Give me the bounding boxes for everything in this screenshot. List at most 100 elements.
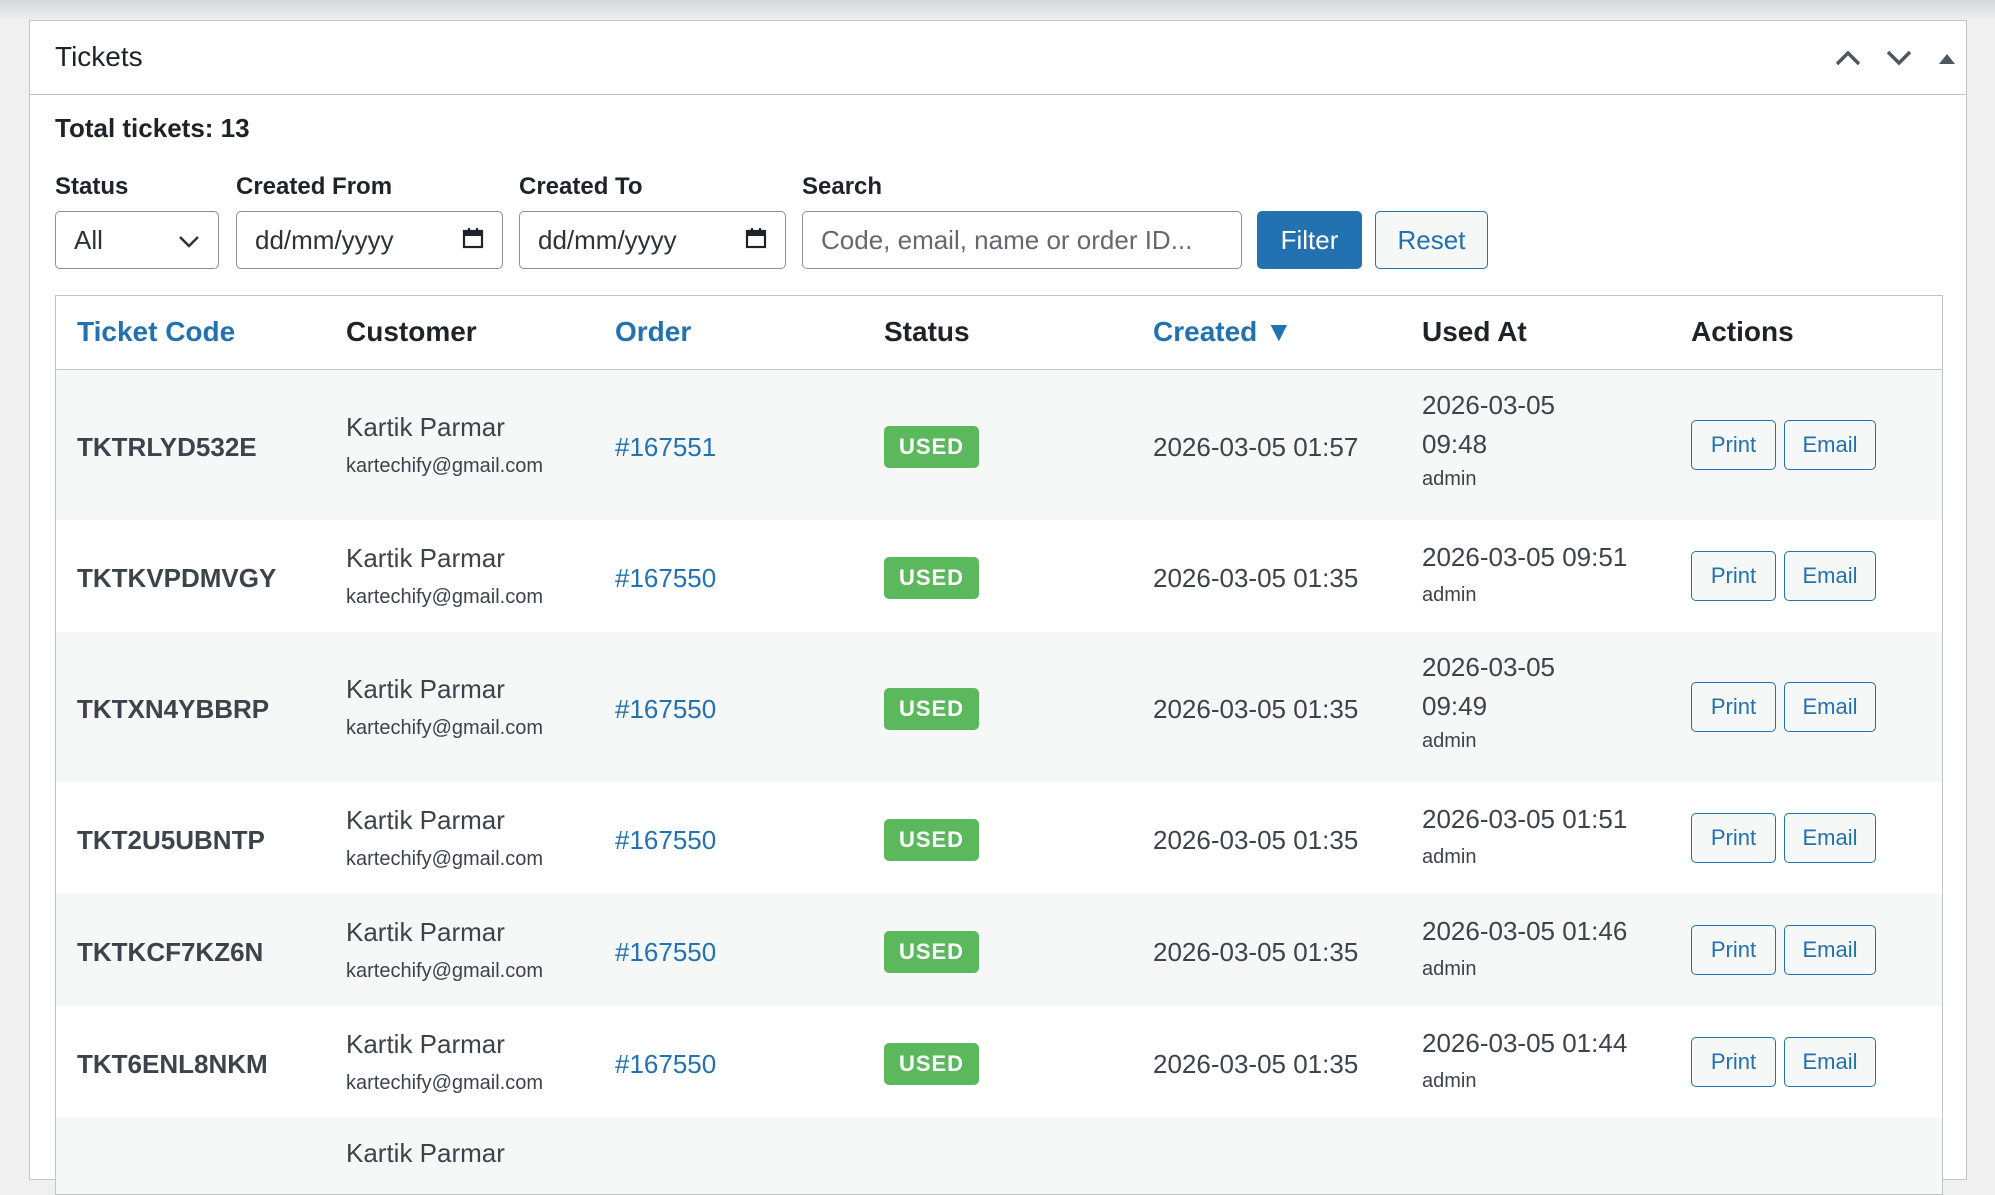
header-ticket-code[interactable]: Ticket Code — [77, 316, 235, 348]
calendar-icon[interactable] — [462, 225, 484, 256]
customer-name: Kartik Parmar — [346, 917, 505, 947]
print-button[interactable]: Print — [1691, 551, 1776, 601]
move-up-icon[interactable] — [1831, 41, 1865, 75]
created-date: 2026-03-05 01:35 — [1153, 825, 1359, 855]
header-created[interactable]: Created ▼ — [1153, 316, 1293, 348]
search-label: Search — [802, 173, 883, 200]
calendar-icon[interactable] — [745, 225, 767, 256]
email-button[interactable]: Email — [1784, 551, 1876, 601]
used-at-date: 2026-03-05 01:51 — [1422, 804, 1628, 834]
created-to-placeholder: dd/mm/yyyy — [538, 224, 677, 255]
header-order[interactable]: Order — [615, 316, 691, 348]
created-to-label: Created To — [519, 173, 643, 200]
panel-header: Tickets — [30, 21, 1966, 95]
used-by: admin — [1422, 846, 1477, 868]
header-actions: Actions — [1691, 316, 1794, 347]
order-link[interactable]: #167550 — [615, 937, 716, 968]
created-to-input[interactable]: dd/mm/yyyy — [519, 211, 786, 269]
customer-email: kartechify@gmail.com — [346, 586, 544, 608]
status-filter-label: Status — [55, 173, 129, 200]
search-placeholder: Code, email, name or order ID... — [821, 224, 1193, 255]
status-badge: USED — [884, 819, 979, 861]
table-row: TKTXN4YBBRP Kartik Parmar kartechify@gma… — [56, 632, 1942, 782]
print-button[interactable]: Print — [1691, 420, 1776, 470]
email-button[interactable]: Email — [1784, 925, 1876, 975]
print-button[interactable]: Print — [1691, 682, 1776, 732]
created-from-label: Created From — [236, 173, 393, 200]
used-at-date: 2026-03-05 01:44 — [1422, 1028, 1628, 1058]
order-link[interactable]: #167550 — [615, 1049, 716, 1080]
created-date: 2026-03-05 01:35 — [1153, 1049, 1359, 1079]
status-badge: USED — [884, 688, 979, 730]
tickets-table: Ticket Code Customer Order Status Create… — [55, 295, 1943, 1195]
used-by: admin — [1422, 468, 1477, 490]
ticket-code: TKT6ENL8NKM — [77, 1049, 268, 1079]
table-row: TKT2U5UBNTP Kartik Parmar kartechify@gma… — [56, 782, 1942, 894]
customer-email: kartechify@gmail.com — [346, 1072, 544, 1094]
total-tickets: Total tickets: 13 — [55, 113, 250, 143]
print-button[interactable]: Print — [1691, 813, 1776, 863]
used-at-date: 2026-03-05 09:51 — [1422, 542, 1628, 572]
used-by: admin — [1422, 1070, 1477, 1092]
created-date: 2026-03-05 01:35 — [1153, 937, 1359, 967]
chevron-down-icon — [178, 225, 200, 256]
email-button[interactable]: Email — [1784, 682, 1876, 732]
created-from-input[interactable]: dd/mm/yyyy — [236, 211, 503, 269]
ticket-code: TKTKVPDMVGY — [77, 563, 277, 593]
table-row: TKTKCF7KZ6N Kartik Parmar kartechify@gma… — [56, 894, 1942, 1006]
used-at-date: 2026-03-05 09:49 — [1422, 652, 1555, 721]
used-by: admin — [1422, 730, 1477, 752]
status-select-value: All — [74, 224, 103, 255]
print-button[interactable]: Print — [1691, 1037, 1776, 1087]
ticket-code: TKTKCF7KZ6N — [77, 937, 264, 967]
table-row: TKT6ENL8NKM Kartik Parmar kartechify@gma… — [56, 1006, 1942, 1118]
customer-email: kartechify@gmail.com — [346, 960, 544, 982]
customer-name: Kartik Parmar — [346, 805, 505, 835]
status-badge: USED — [884, 426, 979, 468]
ticket-code: TKTRLYD532E — [77, 432, 257, 462]
tickets-panel: Tickets Total tickets: 13 Status All Cre… — [29, 20, 1967, 1195]
order-link[interactable]: #167550 — [615, 825, 716, 856]
header-status: Status — [884, 316, 970, 347]
status-badge: USED — [884, 1043, 979, 1085]
email-button[interactable]: Email — [1784, 1037, 1876, 1087]
toggle-panel-icon[interactable] — [1930, 41, 1964, 75]
order-link[interactable]: #167551 — [615, 432, 716, 463]
reset-button[interactable]: Reset — [1375, 211, 1488, 269]
status-badge: USED — [884, 557, 979, 599]
customer-name: Kartik Parmar — [346, 1138, 505, 1168]
customer-email: kartechify@gmail.com — [346, 455, 544, 477]
used-at-date: 2026-03-05 01:46 — [1422, 916, 1628, 946]
customer-name: Kartik Parmar — [346, 412, 505, 442]
customer-email: kartechify@gmail.com — [346, 717, 544, 739]
ticket-code: TKTXN4YBBRP — [77, 694, 270, 724]
customer-name: Kartik Parmar — [346, 674, 505, 704]
email-button[interactable]: Email — [1784, 813, 1876, 863]
created-date: 2026-03-05 01:35 — [1153, 563, 1359, 593]
order-link[interactable]: #167550 — [615, 563, 716, 594]
top-bar — [0, 0, 1995, 20]
used-at-date: 2026-03-05 09:48 — [1422, 390, 1555, 459]
used-by: admin — [1422, 958, 1477, 980]
customer-name: Kartik Parmar — [346, 1029, 505, 1059]
order-link[interactable]: #167550 — [615, 694, 716, 725]
created-from-placeholder: dd/mm/yyyy — [255, 224, 394, 255]
search-input[interactable]: Code, email, name or order ID... — [802, 211, 1242, 269]
table-header: Ticket Code Customer Order Status Create… — [56, 296, 1942, 370]
header-used-at: Used At — [1422, 316, 1527, 347]
customer-email: kartechify@gmail.com — [346, 848, 544, 870]
status-badge: USED — [884, 931, 979, 973]
table-row: TKTRLYD532E Kartik Parmar kartechify@gma… — [56, 370, 1942, 520]
header-customer: Customer — [346, 316, 477, 347]
table-row: TKTKVPDMVGY Kartik Parmar kartechify@gma… — [56, 520, 1942, 632]
ticket-code: TKT2U5UBNTP — [77, 825, 265, 855]
created-date: 2026-03-05 01:57 — [1153, 432, 1359, 462]
customer-name: Kartik Parmar — [346, 543, 505, 573]
status-select[interactable]: All — [55, 211, 219, 269]
move-down-icon[interactable] — [1882, 41, 1916, 75]
email-button[interactable]: Email — [1784, 420, 1876, 470]
filter-button[interactable]: Filter — [1257, 211, 1362, 269]
panel-title: Tickets — [55, 41, 143, 72]
used-by: admin — [1422, 584, 1477, 606]
print-button[interactable]: Print — [1691, 925, 1776, 975]
